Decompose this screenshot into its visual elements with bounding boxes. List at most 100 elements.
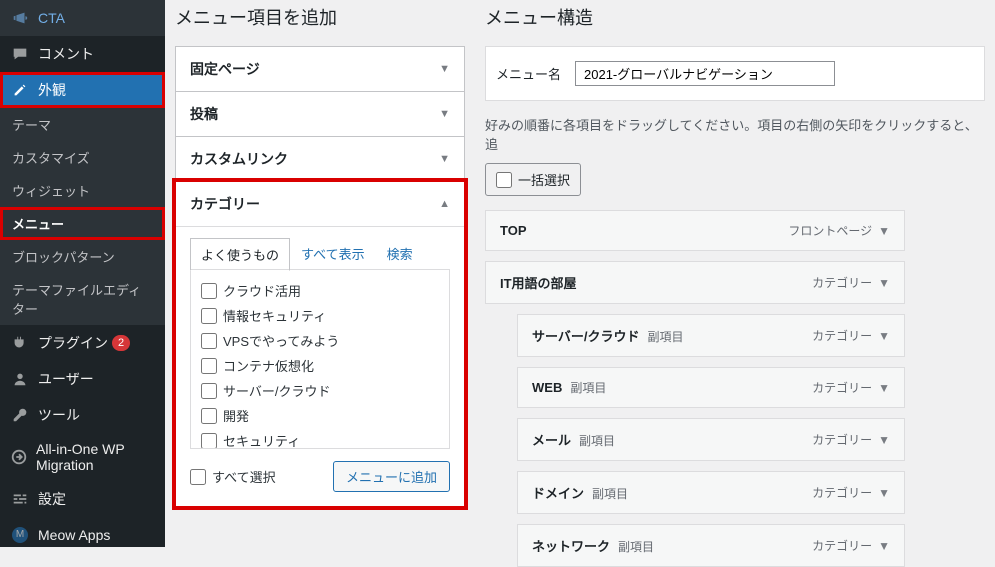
category-checkbox[interactable] xyxy=(201,283,217,299)
menu-item-type: カテゴリー ▼ xyxy=(812,274,890,291)
category-item[interactable]: コンテナ仮想化 xyxy=(201,353,439,378)
wrench-icon xyxy=(10,405,30,425)
category-item[interactable]: サーバー/クラウド xyxy=(201,378,439,403)
user-icon xyxy=(10,369,30,389)
help-text: 好みの順番に各項目をドラッグしてください。項目の右側の矢印をクリックすると、追 xyxy=(485,115,985,153)
menu-item-title: IT用語の部屋 xyxy=(500,276,577,291)
menu-item[interactable]: ネットワーク副項目カテゴリー ▼ xyxy=(517,524,905,567)
category-item[interactable]: 情報セキュリティ xyxy=(201,303,439,328)
sidebar-item-aio[interactable]: All-in-One WP Migration xyxy=(0,433,165,481)
appearance-submenu: テーマ カスタマイズ ウィジェット メニュー ブロックパターン テーマファイルエ… xyxy=(0,108,165,325)
sub-item-tag: 副項目 xyxy=(579,434,615,448)
menu-item-type: フロントページ ▼ xyxy=(788,222,890,239)
accordion-head[interactable]: 投稿 ▼ xyxy=(176,92,464,136)
accordion-head[interactable]: カテゴリー ▲ xyxy=(176,182,464,226)
triangle-down-icon[interactable]: ▼ xyxy=(878,329,890,343)
comment-icon xyxy=(10,44,30,64)
triangle-down-icon[interactable]: ▼ xyxy=(878,486,890,500)
category-checkbox[interactable] xyxy=(201,408,217,424)
accordion-posts[interactable]: 投稿 ▼ xyxy=(175,91,465,136)
tab-search[interactable]: 検索 xyxy=(376,237,424,270)
menu-item-title: TOP xyxy=(500,223,527,238)
category-label: サーバー/クラウド xyxy=(223,381,330,400)
accordion-title: 投稿 xyxy=(190,104,218,124)
menu-item[interactable]: ドメイン副項目カテゴリー ▼ xyxy=(517,471,905,514)
sidebar-item-cta[interactable]: CTA xyxy=(0,0,165,36)
select-all-checkbox[interactable]: すべて選択 xyxy=(190,464,276,489)
triangle-down-icon[interactable]: ▼ xyxy=(878,433,890,447)
menu-item-type: カテゴリー ▼ xyxy=(812,537,890,554)
sidebar-item-settings[interactable]: 設定 xyxy=(0,481,165,517)
accordion-head[interactable]: 固定ページ ▼ xyxy=(176,47,464,91)
submenu-menus[interactable]: メニュー xyxy=(0,207,165,240)
add-items-column: メニュー項目を追加 固定ページ ▼ 投稿 ▼ カスタムリンク ▼ カテゴリー ▲ xyxy=(175,0,465,547)
category-label: 情報セキュリティ xyxy=(223,306,326,325)
category-checkbox[interactable] xyxy=(201,308,217,324)
category-label: VPSでやってみよう xyxy=(223,331,339,350)
category-list[interactable]: クラウド活用 情報セキュリティ VPSでやってみよう コンテナ仮想化 サーバー/… xyxy=(190,269,450,449)
triangle-down-icon[interactable]: ▼ xyxy=(878,539,890,553)
menu-name-input[interactable] xyxy=(575,61,835,86)
category-item[interactable]: セキュリティ xyxy=(201,428,439,449)
sidebar-item-comments[interactable]: コメント xyxy=(0,36,165,72)
accordion-fixed-page[interactable]: 固定ページ ▼ xyxy=(175,46,465,91)
menu-item[interactable]: メール副項目カテゴリー ▼ xyxy=(517,418,905,461)
sub-item-tag: 副項目 xyxy=(592,487,628,501)
submenu-theme-file-editor[interactable]: テーマファイルエディター xyxy=(0,273,165,325)
menu-item[interactable]: サーバー/クラウド副項目 カテゴリー ▼ xyxy=(517,314,905,357)
category-item[interactable]: VPSでやってみよう xyxy=(201,328,439,353)
tab-frequent[interactable]: よく使うもの xyxy=(190,238,290,271)
admin-sidebar: CTA コメント 外観 テーマ カスタマイズ ウィジェット メニュー ブロックパ… xyxy=(0,0,165,547)
menu-item-title: メール xyxy=(532,433,571,448)
triangle-down-icon: ▼ xyxy=(439,63,450,75)
menu-item-type: カテゴリー ▼ xyxy=(812,379,890,396)
add-to-menu-button[interactable]: メニューに追加 xyxy=(333,461,450,492)
menu-item-title: ドメイン xyxy=(532,486,584,501)
triangle-down-icon[interactable]: ▼ xyxy=(878,381,890,395)
category-checkbox[interactable] xyxy=(201,333,217,349)
category-checkbox[interactable] xyxy=(201,433,217,449)
select-all-label: すべて選択 xyxy=(212,467,276,486)
menu-item-type: カテゴリー ▼ xyxy=(812,327,890,344)
sidebar-label: ユーザー xyxy=(38,369,94,389)
sidebar-label: All-in-One WP Migration xyxy=(36,441,155,473)
accordion-custom-link[interactable]: カスタムリンク ▼ xyxy=(175,136,465,181)
sub-item-tag: 副項目 xyxy=(647,330,683,344)
add-items-heading: メニュー項目を追加 xyxy=(175,4,465,30)
bulk-select-checkbox[interactable]: 一括選択 xyxy=(485,163,581,196)
sidebar-item-plugins[interactable]: プラグイン 2 xyxy=(0,325,165,361)
sidebar-item-meow[interactable]: M Meow Apps xyxy=(0,517,165,553)
menu-item[interactable]: WEB副項目カテゴリー ▼ xyxy=(517,367,905,408)
main-content: メニュー項目を追加 固定ページ ▼ 投稿 ▼ カスタムリンク ▼ カテゴリー ▲ xyxy=(165,0,995,547)
megaphone-icon xyxy=(10,8,30,28)
menu-item[interactable]: IT用語の部屋 カテゴリー ▼ xyxy=(485,261,905,304)
select-all-input[interactable] xyxy=(190,469,206,485)
submenu-block-patterns[interactable]: ブロックパターン xyxy=(0,240,165,273)
sidebar-item-tools[interactable]: ツール xyxy=(0,397,165,433)
category-checkbox[interactable] xyxy=(201,383,217,399)
sidebar-item-users[interactable]: ユーザー xyxy=(0,361,165,397)
update-badge: 2 xyxy=(112,335,130,351)
tab-all[interactable]: すべて表示 xyxy=(290,237,376,270)
submenu-customize[interactable]: カスタマイズ xyxy=(0,141,165,174)
menu-item-title: サーバー/クラウド xyxy=(532,329,639,344)
accordion-head[interactable]: カスタムリンク ▼ xyxy=(176,137,464,181)
category-label: クラウド活用 xyxy=(223,281,301,300)
category-checkbox[interactable] xyxy=(201,358,217,374)
sidebar-label: ツール xyxy=(38,405,80,425)
menu-name-label: メニュー名 xyxy=(496,64,561,83)
triangle-down-icon[interactable]: ▼ xyxy=(878,224,890,238)
menu-item[interactable]: TOP フロントページ ▼ xyxy=(485,210,905,251)
submenu-themes[interactable]: テーマ xyxy=(0,108,165,141)
category-item[interactable]: クラウド活用 xyxy=(201,278,439,303)
bulk-select-input[interactable] xyxy=(496,172,512,188)
sidebar-label: プラグイン xyxy=(38,333,108,353)
bulk-select-label: 一括選択 xyxy=(518,170,570,189)
accordion-title: カスタムリンク xyxy=(190,149,288,169)
submenu-widgets[interactable]: ウィジェット xyxy=(0,174,165,207)
category-item[interactable]: 開発 xyxy=(201,403,439,428)
sidebar-item-appearance[interactable]: 外観 xyxy=(0,72,165,108)
sidebar-label: コメント xyxy=(38,44,94,64)
menu-name-row: メニュー名 xyxy=(485,46,985,101)
triangle-down-icon[interactable]: ▼ xyxy=(878,276,890,290)
